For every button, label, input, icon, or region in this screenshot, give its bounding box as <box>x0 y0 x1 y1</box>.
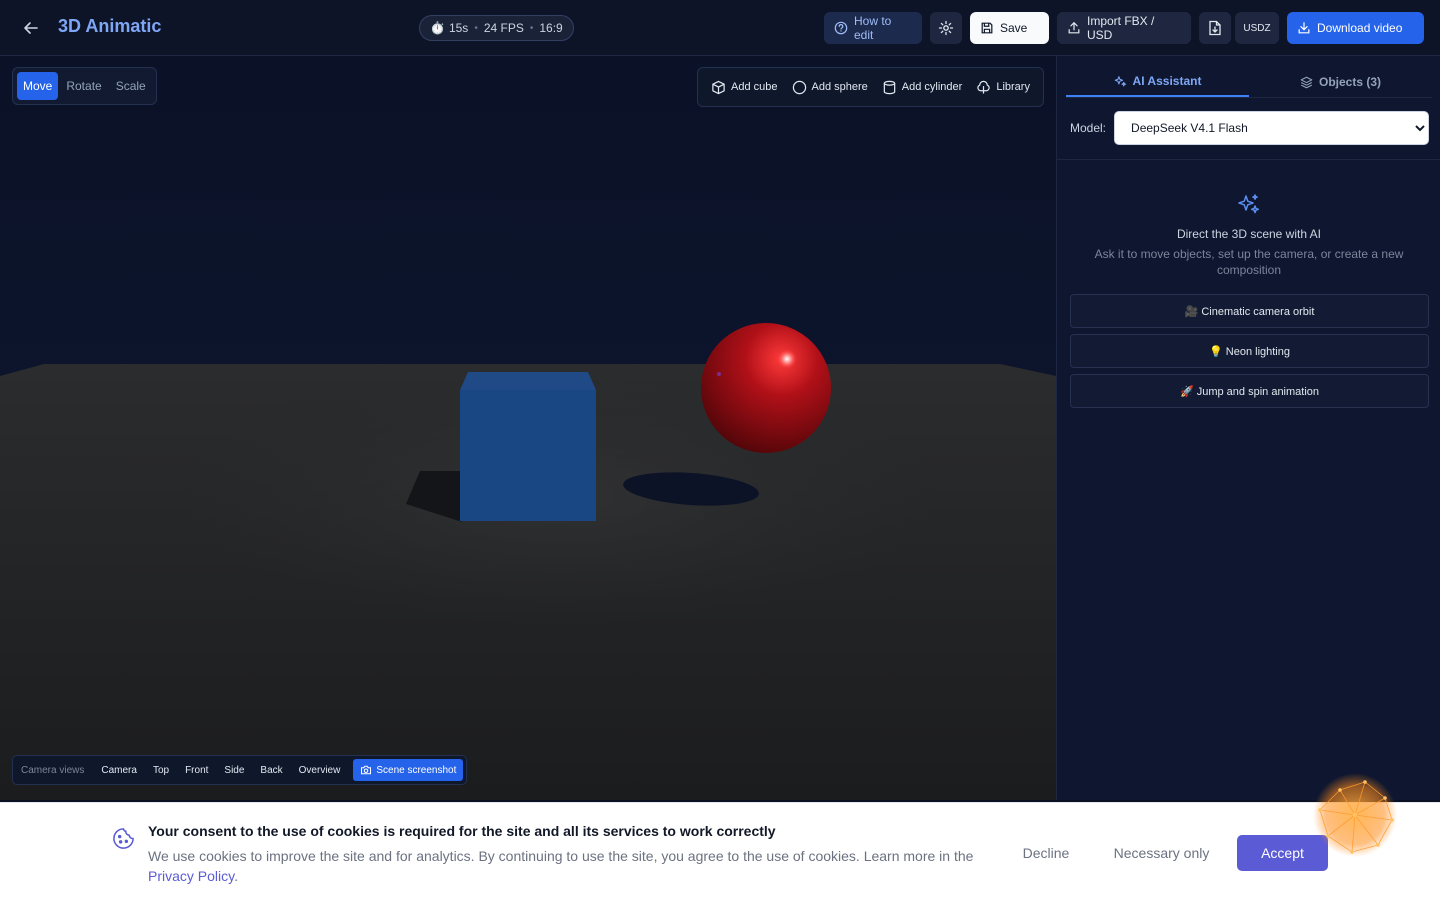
divider <box>1057 159 1440 160</box>
top-bar: 3D Animatic ⏱️ 15s • 24 FPS • 16:9 How t… <box>0 0 1440 56</box>
tab-ai-label: AI Assistant <box>1132 74 1202 88</box>
cookie-body: We use cookies to improve the site and f… <box>148 848 974 864</box>
tab-objects-label: Objects (3) <box>1318 75 1381 89</box>
panel-tabs: AI Assistant Objects (3) <box>1066 67 1432 98</box>
duration-value: 15s <box>448 21 469 35</box>
layers-icon <box>1300 76 1313 88</box>
add-sphere-label: Add sphere <box>811 81 868 93</box>
app-title: 3D Animatic <box>58 16 162 36</box>
side-panel: AI Assistant Objects (3) Model: DeepSeek… <box>1056 56 1440 800</box>
download-icon <box>1298 22 1310 34</box>
import-fbx-usd-button[interactable]: Import FBX / USD <box>1057 12 1191 44</box>
library-label: Library <box>996 81 1030 93</box>
project-meta-pill: ⏱️ 15s • 24 FPS • 16:9 <box>419 15 574 41</box>
move-mode-button[interactable]: Move <box>17 72 59 100</box>
view-back-button[interactable]: Back <box>253 759 289 781</box>
cylinder-icon <box>883 80 896 94</box>
cookie-title: Your consent to the use of cookies is re… <box>148 823 776 839</box>
library-button[interactable]: Library <box>976 80 1030 95</box>
transform-mode-bar: Move Rotate Scale <box>12 67 157 105</box>
tab-objects[interactable]: Objects (3) <box>1249 67 1432 97</box>
view-top-button[interactable]: Top <box>146 759 176 781</box>
sparkles-icon <box>1238 194 1260 214</box>
stopwatch-icon: ⏱️ <box>430 21 445 35</box>
sphere-icon <box>792 80 806 94</box>
suggestion-cinematic-camera-orbit[interactable]: 🎥 Cinematic camera orbit <box>1070 294 1429 328</box>
scale-mode-button[interactable]: Scale <box>110 72 152 100</box>
add-cube-button[interactable]: Add cube <box>711 80 777 95</box>
upload-icon <box>1068 21 1080 34</box>
cube-icon <box>712 80 725 94</box>
usdz-button[interactable]: USDZ <box>1235 12 1279 44</box>
how-to-edit-label: How to edit <box>854 14 892 42</box>
ai-empty-title: Direct the 3D scene with AI <box>1176 227 1322 241</box>
sphere-object[interactable] <box>701 323 831 453</box>
scene-canvas[interactable] <box>0 56 1056 800</box>
scene-screenshot-button[interactable]: Scene screenshot <box>353 759 464 781</box>
separator-dot: • <box>529 22 534 34</box>
download-video-button[interactable]: Download video <box>1287 12 1424 44</box>
add-sphere-button[interactable]: Add sphere <box>792 80 868 95</box>
save-button[interactable]: Save <box>970 12 1049 44</box>
ai-empty-description: Ask it to move objects, set up the camer… <box>1094 247 1404 277</box>
suggestion-neon-lighting[interactable]: 💡 Neon lighting <box>1070 334 1429 368</box>
3d-viewport[interactable]: Move Rotate Scale Add cube Add sphere Ad… <box>0 56 1056 800</box>
help-circle-icon <box>834 21 848 35</box>
cookie-consent-banner: Your consent to the use of cookies is re… <box>0 802 1440 900</box>
decline-button[interactable]: Decline <box>1013 835 1079 871</box>
view-overview-button[interactable]: Overview <box>292 759 348 781</box>
add-cube-label: Add cube <box>731 81 778 93</box>
export-file-button[interactable] <box>1199 12 1231 44</box>
gear-icon <box>938 20 954 36</box>
how-to-edit-button[interactable]: How to edit <box>824 12 922 44</box>
view-side-button[interactable]: Side <box>217 759 251 781</box>
cookie-text: We use cookies to improve the site and f… <box>148 846 988 886</box>
fps-value: 24 FPS <box>483 21 524 35</box>
tab-ai-assistant[interactable]: AI Assistant <box>1066 67 1249 97</box>
assistant-orb-icon[interactable] <box>1310 770 1400 860</box>
camera-views-label: Camera views <box>21 764 85 776</box>
rotate-mode-button[interactable]: Rotate <box>60 72 107 100</box>
model-select[interactable]: DeepSeek V4.1 Flash <box>1114 111 1430 145</box>
save-icon <box>981 22 993 34</box>
privacy-policy-link[interactable]: Privacy Policy <box>148 868 234 884</box>
separator-dot: • <box>474 22 478 34</box>
download-label: Download video <box>1317 21 1403 35</box>
model-label: Model: <box>1070 121 1107 135</box>
add-cylinder-label: Add cylinder <box>901 81 963 93</box>
view-front-button[interactable]: Front <box>178 759 215 781</box>
file-download-icon <box>1209 20 1221 36</box>
save-label: Save <box>1000 21 1028 35</box>
scene-screenshot-label: Scene screenshot <box>376 764 457 776</box>
suggestion-jump-and-spin[interactable]: 🚀 Jump and spin animation <box>1070 374 1429 408</box>
tree-icon <box>977 80 991 94</box>
import-label: Import FBX / USD <box>1087 14 1155 42</box>
cookie-period: . <box>234 868 238 884</box>
cookie-icon <box>113 828 134 849</box>
cube-object[interactable] <box>460 372 596 521</box>
view-camera-button[interactable]: Camera <box>94 759 144 781</box>
sparkles-icon <box>1114 75 1126 86</box>
model-selector-row: Model: DeepSeek V4.1 Flash <box>1070 111 1430 145</box>
settings-button[interactable] <box>930 12 962 44</box>
necessary-only-button[interactable]: Necessary only <box>1104 835 1219 871</box>
add-cylinder-button[interactable]: Add cylinder <box>882 80 963 95</box>
back-arrow-icon[interactable] <box>18 14 44 42</box>
aspect-value: 16:9 <box>539 21 563 35</box>
camera-icon <box>361 765 372 775</box>
add-object-toolbar: Add cube Add sphere Add cylinder Library <box>697 67 1044 107</box>
camera-views-bar: Camera views Camera Top Front Side Back … <box>12 755 468 785</box>
